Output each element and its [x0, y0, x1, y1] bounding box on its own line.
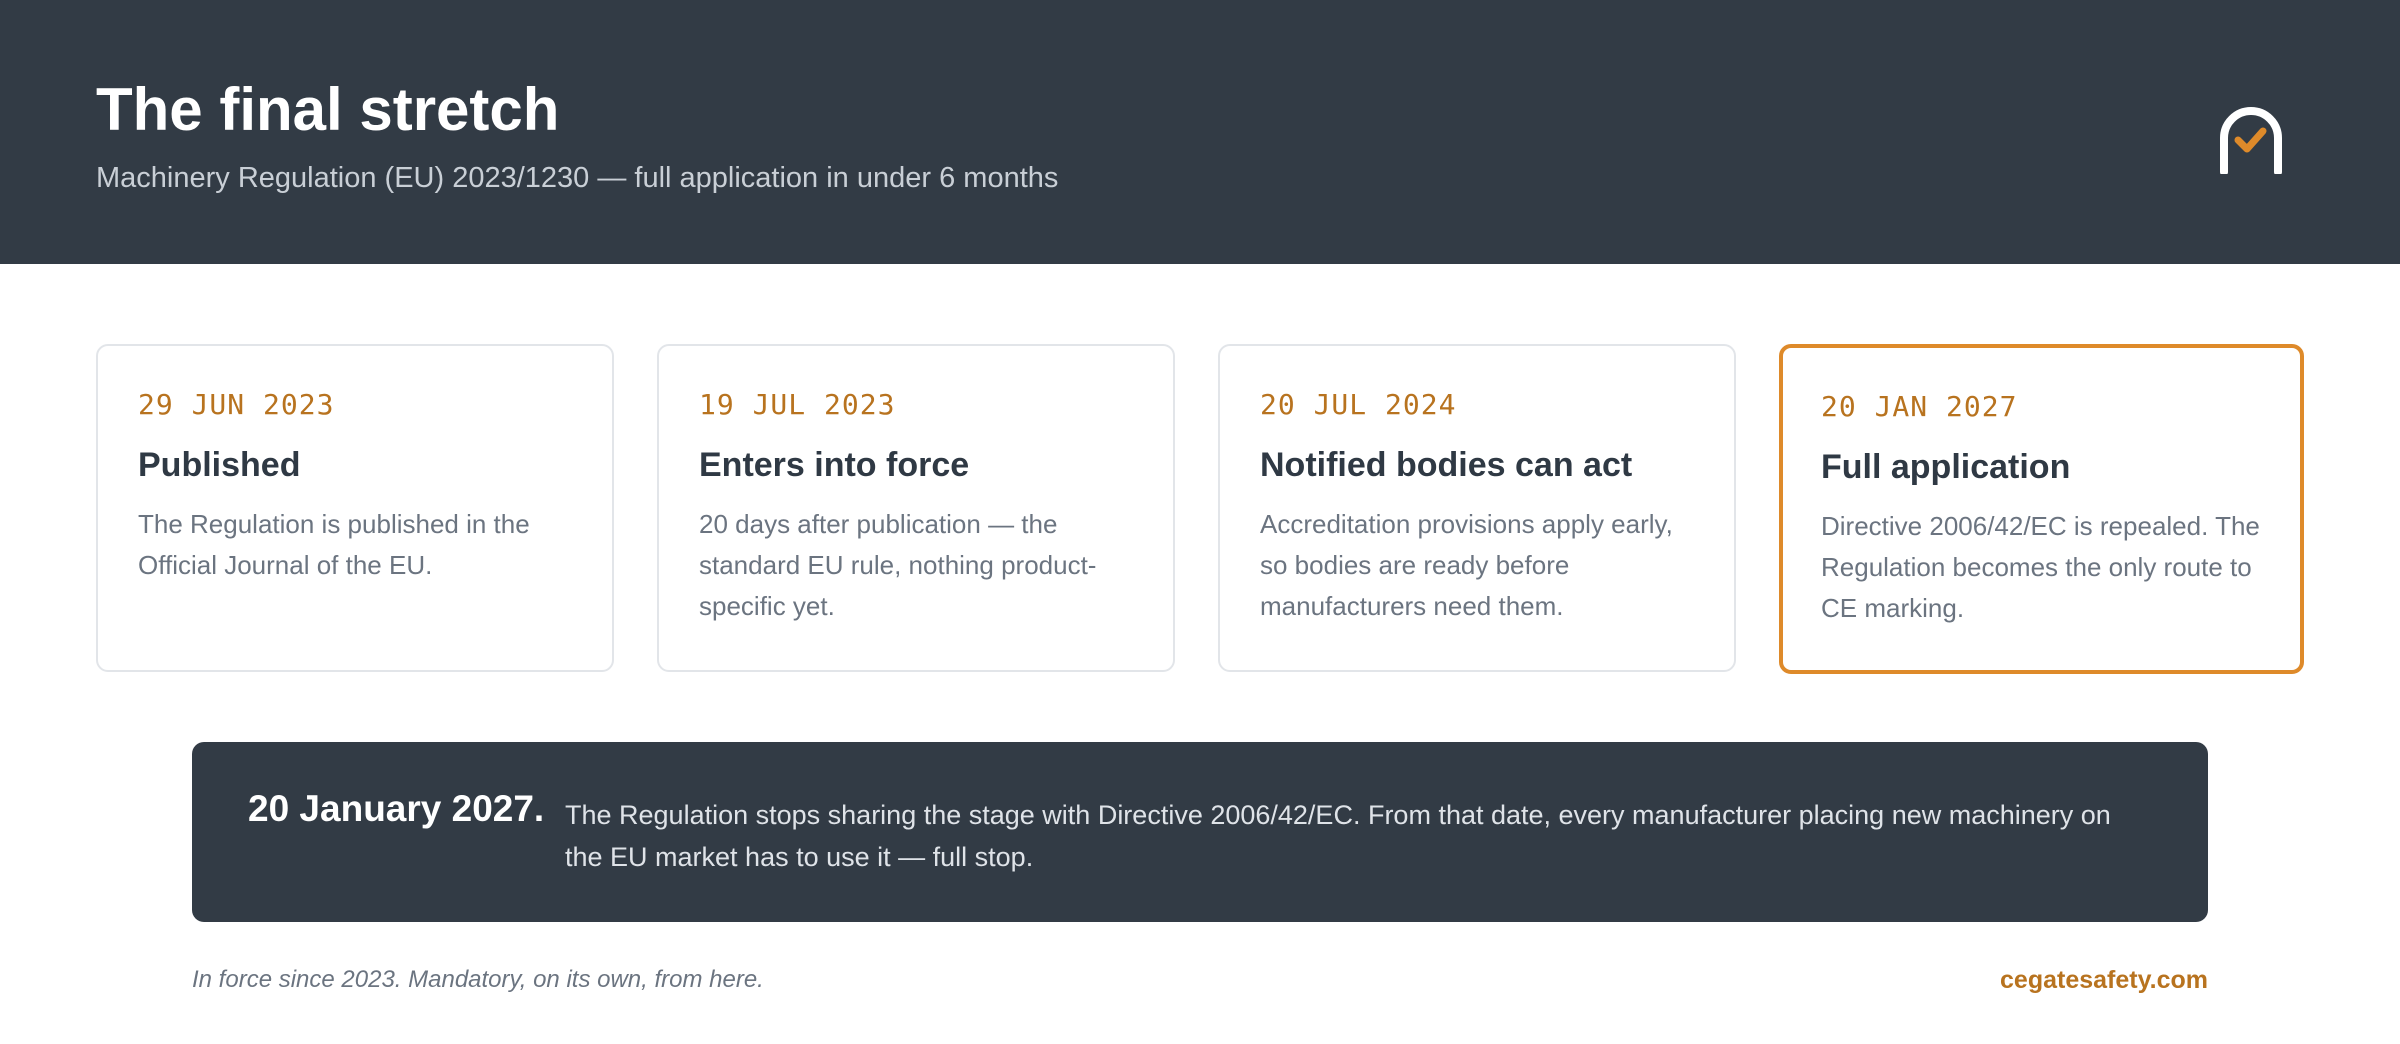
- card-description: Directive 2006/42/EC is repealed. The Re…: [1821, 511, 2260, 623]
- card-title: Published: [138, 446, 301, 484]
- card-title: Notified bodies can act: [1260, 446, 1633, 484]
- card-title: Enters into force: [699, 446, 970, 484]
- timeline-card-notified-bodies: 20 JUL 2024 Notified bodies can act Accr…: [1218, 344, 1736, 672]
- card-date: 20 JAN 2027: [1821, 390, 2018, 423]
- timeline-card-enters-into-force: 19 JUL 2023 Enters into force 20 days af…: [657, 344, 1175, 672]
- card-description: The Regulation is published in the Offic…: [138, 509, 530, 580]
- card-title: Full application: [1821, 448, 2071, 486]
- footer-note: In force since 2023. Mandatory, on its o…: [192, 966, 764, 993]
- page-title: The final stretch: [96, 76, 560, 143]
- timeline-card-full-application: 20 JAN 2027 Full application Directive 2…: [1779, 344, 2304, 674]
- card-date: 19 JUL 2023: [699, 388, 896, 421]
- card-date: 29 JUN 2023: [138, 388, 335, 421]
- arch-check-icon: [2220, 107, 2282, 174]
- website-link[interactable]: cegatesafety.com: [2000, 966, 2208, 995]
- header: The final stretch Machinery Regulation (…: [0, 0, 2400, 264]
- card-date: 20 JUL 2024: [1260, 388, 1457, 421]
- timeline-card-published: 29 JUN 2023 Published The Regulation is …: [96, 344, 614, 672]
- page-subtitle: Machinery Regulation (EU) 2023/1230 — fu…: [96, 162, 1059, 194]
- card-description: 20 days after publication — the standard…: [699, 509, 1097, 621]
- banner-text: The Regulation stops sharing the stage w…: [565, 800, 2111, 872]
- key-date-banner: 20 January 2027. The Regulation stops sh…: [192, 742, 2208, 922]
- card-description: Accreditation provisions apply early, so…: [1260, 509, 1673, 621]
- banner-date: 20 January 2027.: [248, 788, 545, 829]
